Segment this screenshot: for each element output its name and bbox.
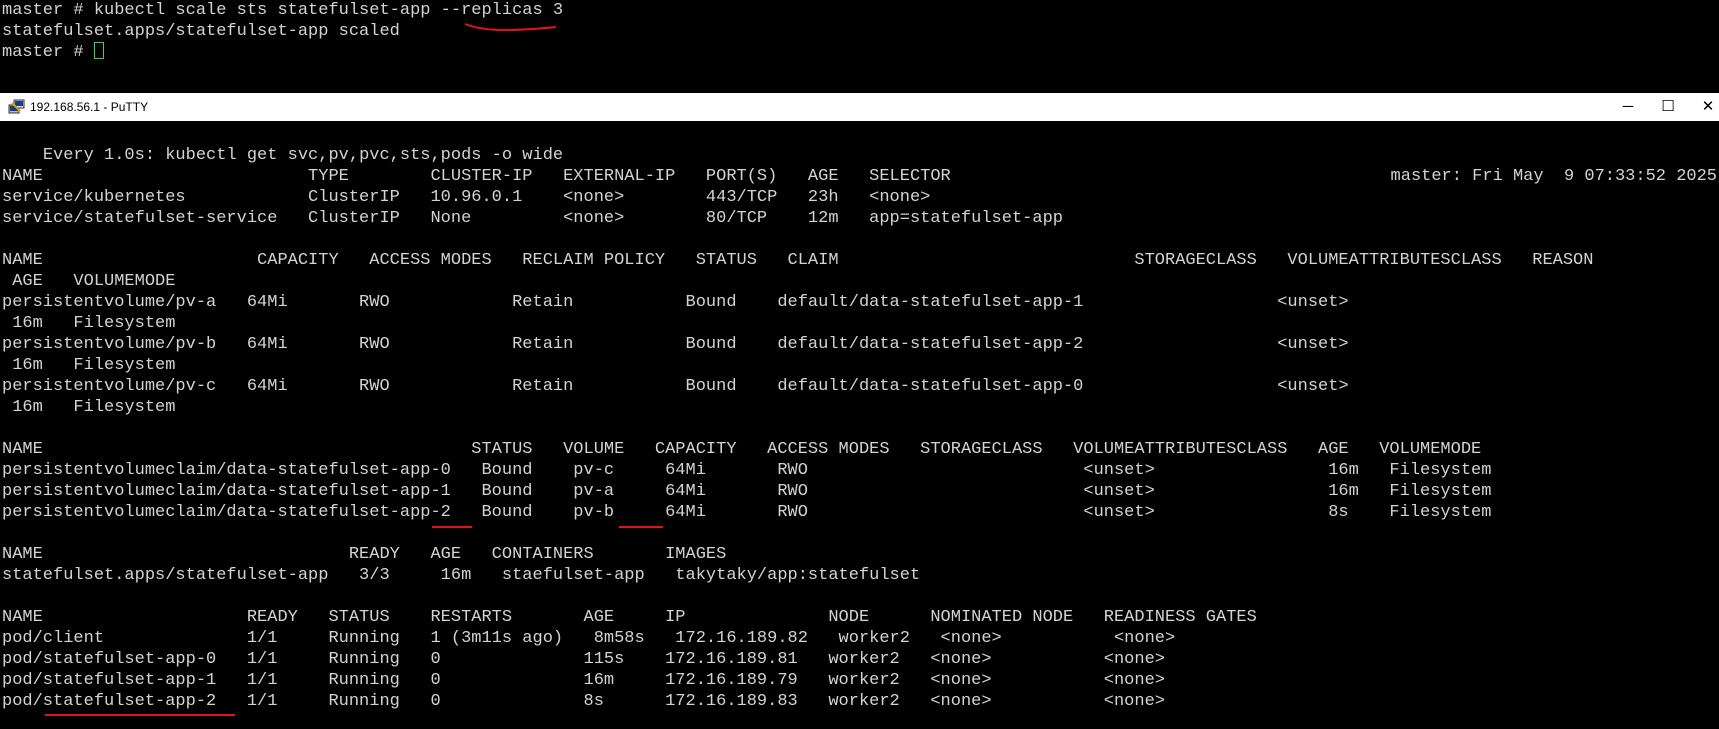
command-line: master # kubectl scale sts statefulset-a…: [2, 1, 564, 20]
putty-terminal[interactable]: Every 1.0s: kubectl get svc,pv,pvc,sts,p…: [0, 121, 1719, 729]
terminal-line: NAME CAPACITY ACCESS MODES RECLAIM POLIC…: [2, 251, 1594, 270]
terminal-line: persistentvolumeclaim/data-statefulset-a…: [2, 461, 1492, 480]
terminal-line: persistentvolumeclaim/data-statefulset-a…: [2, 482, 1492, 501]
terminal-line: pod/statefulset-app-0 1/1 Running 0 115s…: [2, 650, 1165, 669]
terminal-line: NAME STATUS VOLUME CAPACITY ACCESS MODES…: [2, 440, 1482, 459]
terminal-line: persistentvolumeclaim/data-statefulset-a…: [2, 503, 1492, 522]
terminal-line: 16m Filesystem: [2, 356, 176, 375]
watch-header: Every 1.0s: kubectl get svc,pv,pvc,sts,p…: [0, 124, 1719, 186]
watch-command: Every 1.0s: kubectl get svc,pv,pvc,sts,p…: [42, 146, 564, 165]
annotation-underline: [431, 524, 473, 530]
terminal-line: pod/statefulset-app-2 1/1 Running 0 8s 1…: [2, 692, 1165, 711]
terminal-line: pod/client 1/1 Running 1 (3m11s ago) 8m5…: [2, 629, 1176, 648]
top-terminal[interactable]: master # kubectl scale sts statefulset-a…: [0, 0, 1719, 94]
terminal-line: service/statefulset-service ClusterIP No…: [2, 209, 1063, 228]
terminal-line: 16m Filesystem: [2, 398, 176, 417]
window-title: 192.168.56.1 - PuTTY: [30, 100, 149, 114]
prompt: master #: [2, 43, 94, 62]
annotation-underline: [44, 712, 236, 718]
terminal-line: persistentvolume/pv-c 64Mi RWO Retain Bo…: [2, 377, 1349, 396]
terminal-line: 16m Filesystem: [2, 314, 176, 333]
terminal-line: NAME READY AGE CONTAINERS IMAGES: [2, 545, 727, 564]
terminal-line: AGE VOLUMEMODE: [2, 272, 176, 291]
prompt-line: master #: [0, 42, 1719, 63]
text-cursor: [93, 42, 104, 59]
annotation-underline: [463, 22, 558, 32]
watch-timestamp: master: Fri May 9 07:33:52 2025: [1390, 167, 1717, 186]
window-titlebar[interactable]: 192.168.56.1 - PuTTY ─ ☐ ✕: [0, 93, 1719, 121]
terminal-line: persistentvolume/pv-b 64Mi RWO Retain Bo…: [2, 335, 1349, 354]
terminal-line: pod/statefulset-app-1 1/1 Running 0 16m …: [2, 671, 1165, 690]
output-line: statefulset.apps/statefulset-app scaled: [2, 22, 400, 41]
terminal-line: statefulset.apps/statefulset-app 3/3 16m…: [2, 566, 921, 585]
terminal-line: service/kubernetes ClusterIP 10.96.0.1 <…: [2, 188, 931, 207]
putty-icon: [8, 99, 25, 114]
terminal-line: persistentvolume/pv-a 64Mi RWO Retain Bo…: [2, 293, 1349, 312]
close-button[interactable]: ✕: [1685, 95, 1719, 119]
annotation-underline: [618, 524, 664, 530]
terminal-line: NAME READY STATUS RESTARTS AGE IP NODE N…: [2, 608, 1257, 627]
